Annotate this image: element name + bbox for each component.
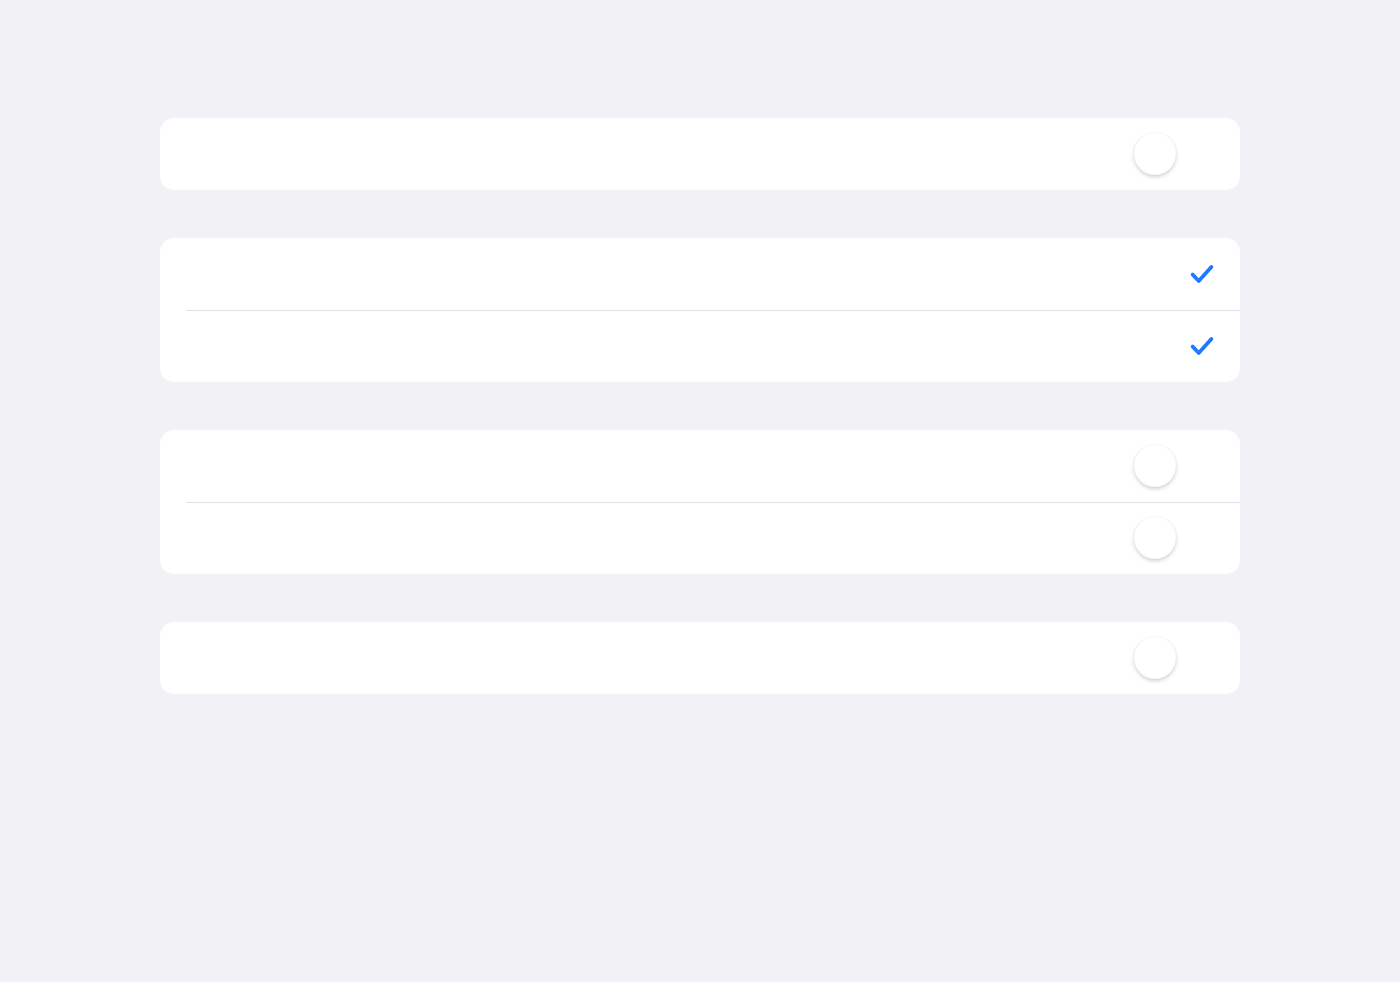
switch-knob (1134, 517, 1176, 559)
row-show-in-app-library[interactable] (160, 622, 1240, 694)
checkmark-icon (1188, 332, 1216, 360)
group-home-screen (160, 118, 1240, 190)
switch-knob (1134, 133, 1176, 175)
switch-knob (1134, 445, 1176, 487)
group-dock (160, 430, 1240, 574)
switch-knob (1134, 637, 1176, 679)
checkmark-icon (1188, 260, 1216, 288)
toggle-use-large-app-icons[interactable] (1134, 130, 1216, 178)
row-add-to-home-screen[interactable] (160, 238, 1240, 310)
group-notification-badges (160, 622, 1240, 694)
toggle-show-app-library-in-dock[interactable] (1134, 442, 1216, 490)
toggle-show-suggested-recent-apps[interactable] (1134, 514, 1216, 562)
row-show-app-library-in-dock[interactable] (160, 430, 1240, 502)
settings-content (140, 118, 1260, 694)
row-app-library-only[interactable] (160, 310, 1240, 382)
toggle-show-in-app-library[interactable] (1134, 634, 1216, 682)
row-show-suggested-recent-apps[interactable] (160, 502, 1240, 574)
group-newly-downloaded-apps (160, 238, 1240, 382)
row-use-large-app-icons[interactable] (160, 118, 1240, 190)
